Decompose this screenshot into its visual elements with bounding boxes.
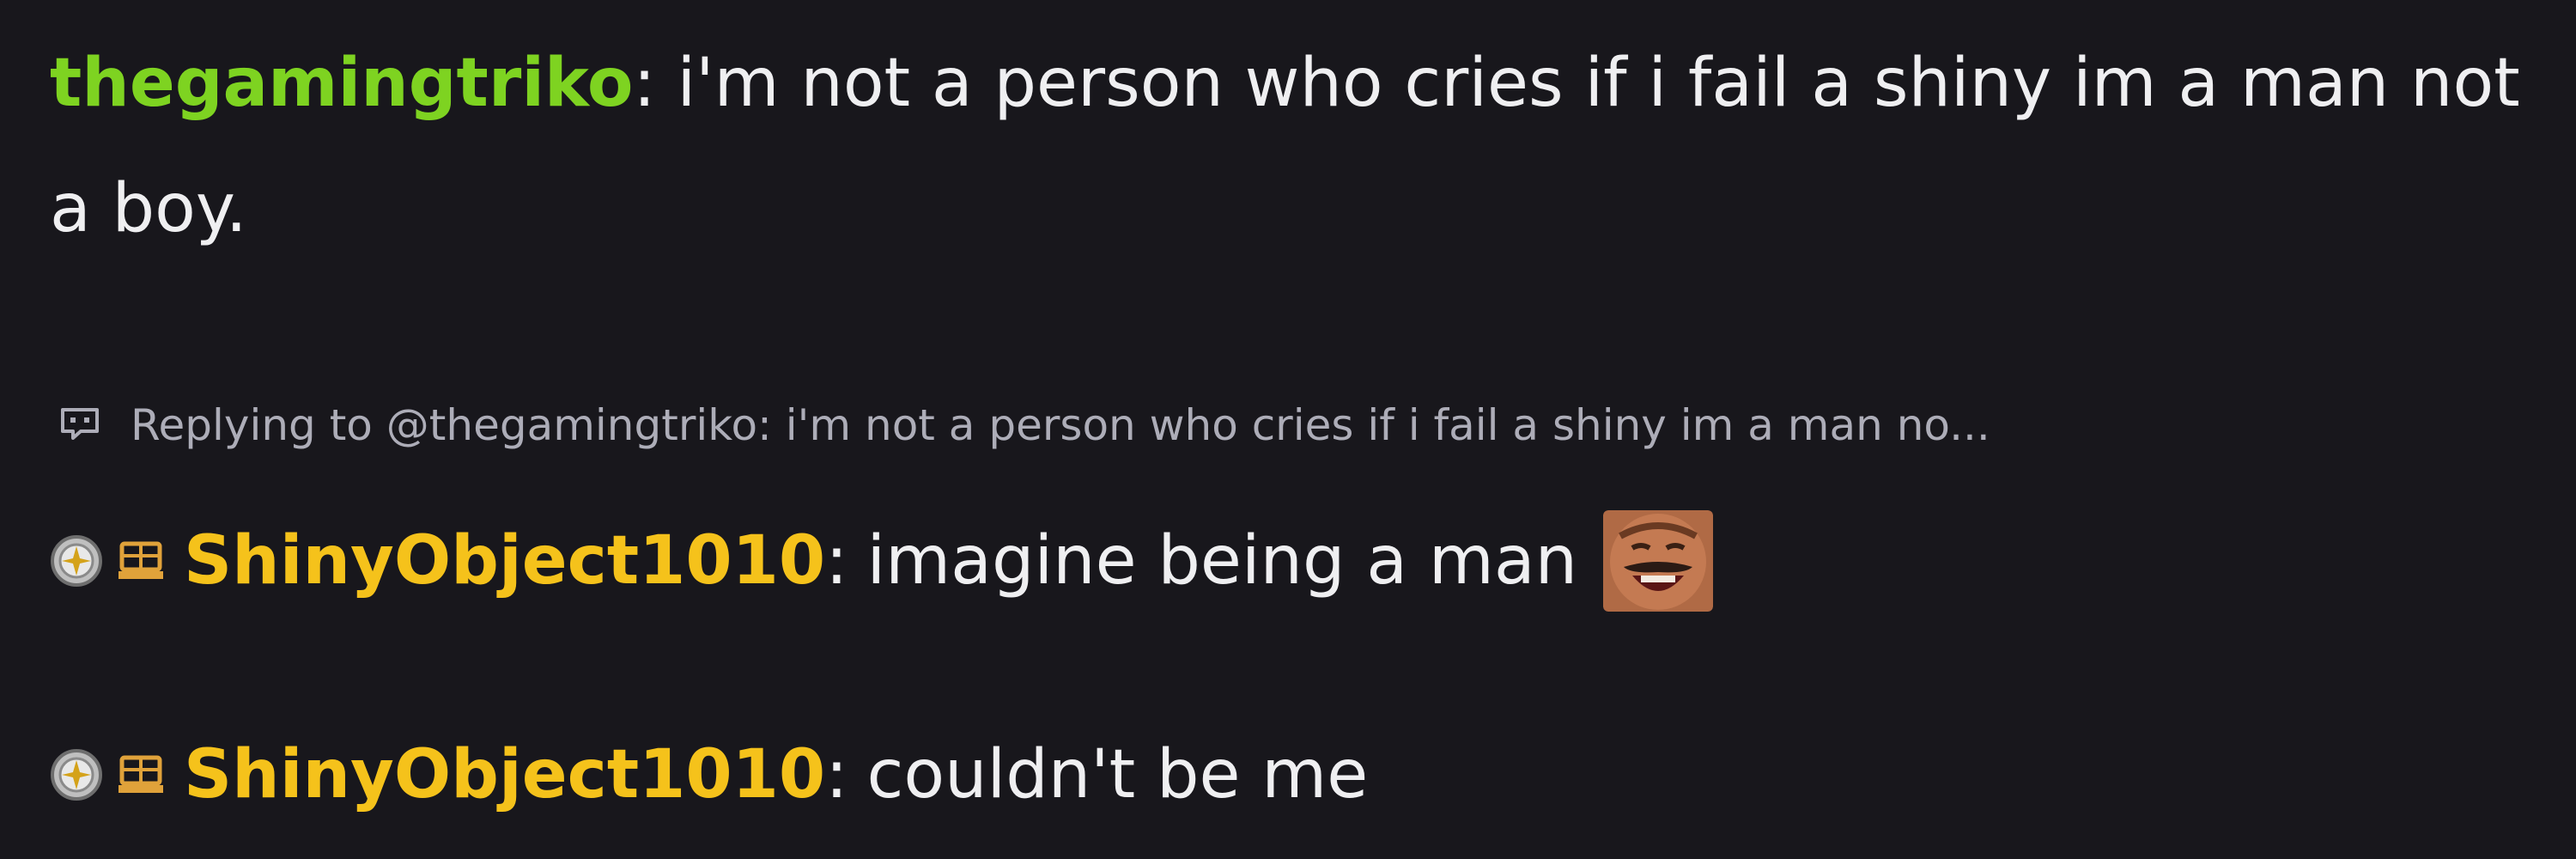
chat-message: ShinyObject1010: couldn't be me (50, 732, 1368, 818)
chat-separator: : (633, 45, 656, 122)
chat-separator: : (825, 736, 848, 813)
prediction-badge-icon[interactable] (50, 748, 103, 801)
chat-message: ShinyObject1010: imagine being a man (50, 510, 1714, 612)
bits-badge-icon[interactable] (117, 540, 165, 582)
chat-message-text: couldn't be me (866, 736, 1369, 813)
chat-username[interactable]: ShinyObject1010 (184, 518, 825, 604)
chat-panel: thegamingtriko: i'm not a person who cri… (0, 0, 2576, 859)
reply-label: Replying to @thegamingtriko: i'm not a p… (131, 400, 1990, 450)
bits-badge-icon[interactable] (117, 754, 165, 795)
chat-message: thegamingtriko: i'm not a person who cri… (50, 21, 2557, 271)
reply-bubble-icon (61, 407, 99, 440)
chat-username[interactable]: ShinyObject1010 (184, 732, 825, 818)
prediction-badge-icon[interactable] (50, 534, 103, 588)
laughing-man-emote[interactable] (1603, 510, 1714, 612)
chat-message-text: imagine being a man (866, 522, 1578, 600)
chat-separator: : (825, 522, 848, 600)
chat-username[interactable]: thegamingtriko (50, 45, 633, 122)
reply-context[interactable]: Replying to @thegamingtriko: i'm not a p… (60, 395, 1990, 455)
